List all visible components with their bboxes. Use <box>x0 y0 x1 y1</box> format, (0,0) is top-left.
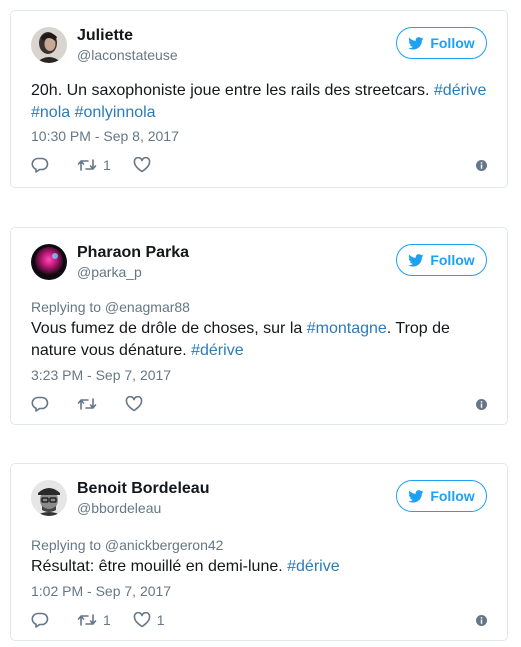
hashtag-link[interactable]: #montagne <box>307 320 387 337</box>
retweet-count: 1 <box>103 612 111 628</box>
heart-icon <box>125 396 143 412</box>
tweet-actions: 1 <box>31 155 179 175</box>
display-name[interactable]: Pharaon Parka <box>77 243 189 263</box>
follow-label: Follow <box>430 252 475 268</box>
avatar[interactable] <box>31 27 67 63</box>
screen-name[interactable]: @laconstateuse <box>77 46 178 64</box>
replying-to[interactable]: Replying to @enagmar88 <box>31 298 190 316</box>
reply-icon <box>31 612 49 628</box>
like-count: 1 <box>156 612 165 628</box>
tweet-actions <box>31 394 171 414</box>
reply-icon <box>31 157 49 173</box>
tweet-card[interactable]: Pharaon Parka @parka_p Follow Replying t… <box>10 227 508 425</box>
tweet-text-part: Vous fumez de drôle de choses, sur la <box>31 320 307 337</box>
follow-label: Follow <box>430 35 475 51</box>
hashtag-link[interactable]: #dérive <box>191 342 243 359</box>
tweet-text: Résultat: être mouillé en demi-lune. #dé… <box>31 556 491 578</box>
timestamp[interactable]: 1:02 PM - Sep 7, 2017 <box>31 582 171 600</box>
retweet-button[interactable] <box>77 397 103 411</box>
hashtag-link[interactable]: #dérive <box>287 558 339 575</box>
reply-button[interactable] <box>31 157 55 173</box>
info-icon[interactable] <box>476 615 487 626</box>
screen-name[interactable]: @parka_p <box>77 263 189 281</box>
replying-to[interactable]: Replying to @anickbergeron42 <box>31 536 223 554</box>
like-button[interactable] <box>125 396 149 412</box>
retweet-button[interactable]: 1 <box>77 157 111 173</box>
display-name[interactable]: Juliette <box>77 26 178 46</box>
follow-button[interactable]: Follow <box>396 27 487 59</box>
follow-button[interactable]: Follow <box>396 480 487 512</box>
tweet-text-part: 20h. Un saxophoniste joue entre les rail… <box>31 82 434 99</box>
timestamp[interactable]: 10:30 PM - Sep 8, 2017 <box>31 127 179 145</box>
hashtag-link[interactable]: #nola <box>31 104 70 121</box>
bird-icon <box>408 489 424 503</box>
heart-icon <box>133 612 151 628</box>
like-button[interactable]: 1 <box>133 612 165 628</box>
display-name[interactable]: Benoit Bordeleau <box>77 479 209 499</box>
reply-button[interactable] <box>31 396 55 412</box>
tweet-header: Benoit Bordeleau @bbordeleau <box>31 478 209 518</box>
retweet-button[interactable]: 1 <box>77 612 111 628</box>
avatar[interactable] <box>31 244 67 280</box>
timestamp[interactable]: 3:23 PM - Sep 7, 2017 <box>31 366 171 384</box>
hashtag-link[interactable]: #dérive <box>434 82 486 99</box>
reply-icon <box>31 396 49 412</box>
tweet-header: Pharaon Parka @parka_p <box>31 242 189 282</box>
info-icon[interactable] <box>476 160 487 171</box>
hashtag-link[interactable]: #onlyinnola <box>75 104 156 121</box>
reply-button[interactable] <box>31 612 55 628</box>
tweet-actions: 1 1 <box>31 610 187 630</box>
retweet-icon <box>77 614 97 626</box>
tweet-text: 20h. Un saxophoniste joue entre les rail… <box>31 80 491 124</box>
tweet-card[interactable]: Benoit Bordeleau @bbordeleau Follow Repl… <box>10 463 508 641</box>
tweet-text-part: Résultat: être mouillé en demi-lune. <box>31 558 288 575</box>
retweet-icon <box>77 398 97 410</box>
heart-icon <box>133 157 151 173</box>
screen-name[interactable]: @bbordeleau <box>77 499 209 517</box>
tweet-header: Juliette @laconstateuse <box>31 25 178 65</box>
follow-button[interactable]: Follow <box>396 244 487 276</box>
tweet-text: Vous fumez de drôle de choses, sur la #m… <box>31 318 491 362</box>
retweet-icon <box>77 159 97 171</box>
retweet-count: 1 <box>103 157 111 173</box>
follow-label: Follow <box>430 488 475 504</box>
avatar[interactable] <box>31 480 67 516</box>
bird-icon <box>408 36 424 50</box>
bird-icon <box>408 253 424 267</box>
like-button[interactable] <box>133 157 157 173</box>
info-icon[interactable] <box>476 399 487 410</box>
tweet-card[interactable]: Juliette @laconstateuse Follow 20h. Un s… <box>10 10 508 188</box>
